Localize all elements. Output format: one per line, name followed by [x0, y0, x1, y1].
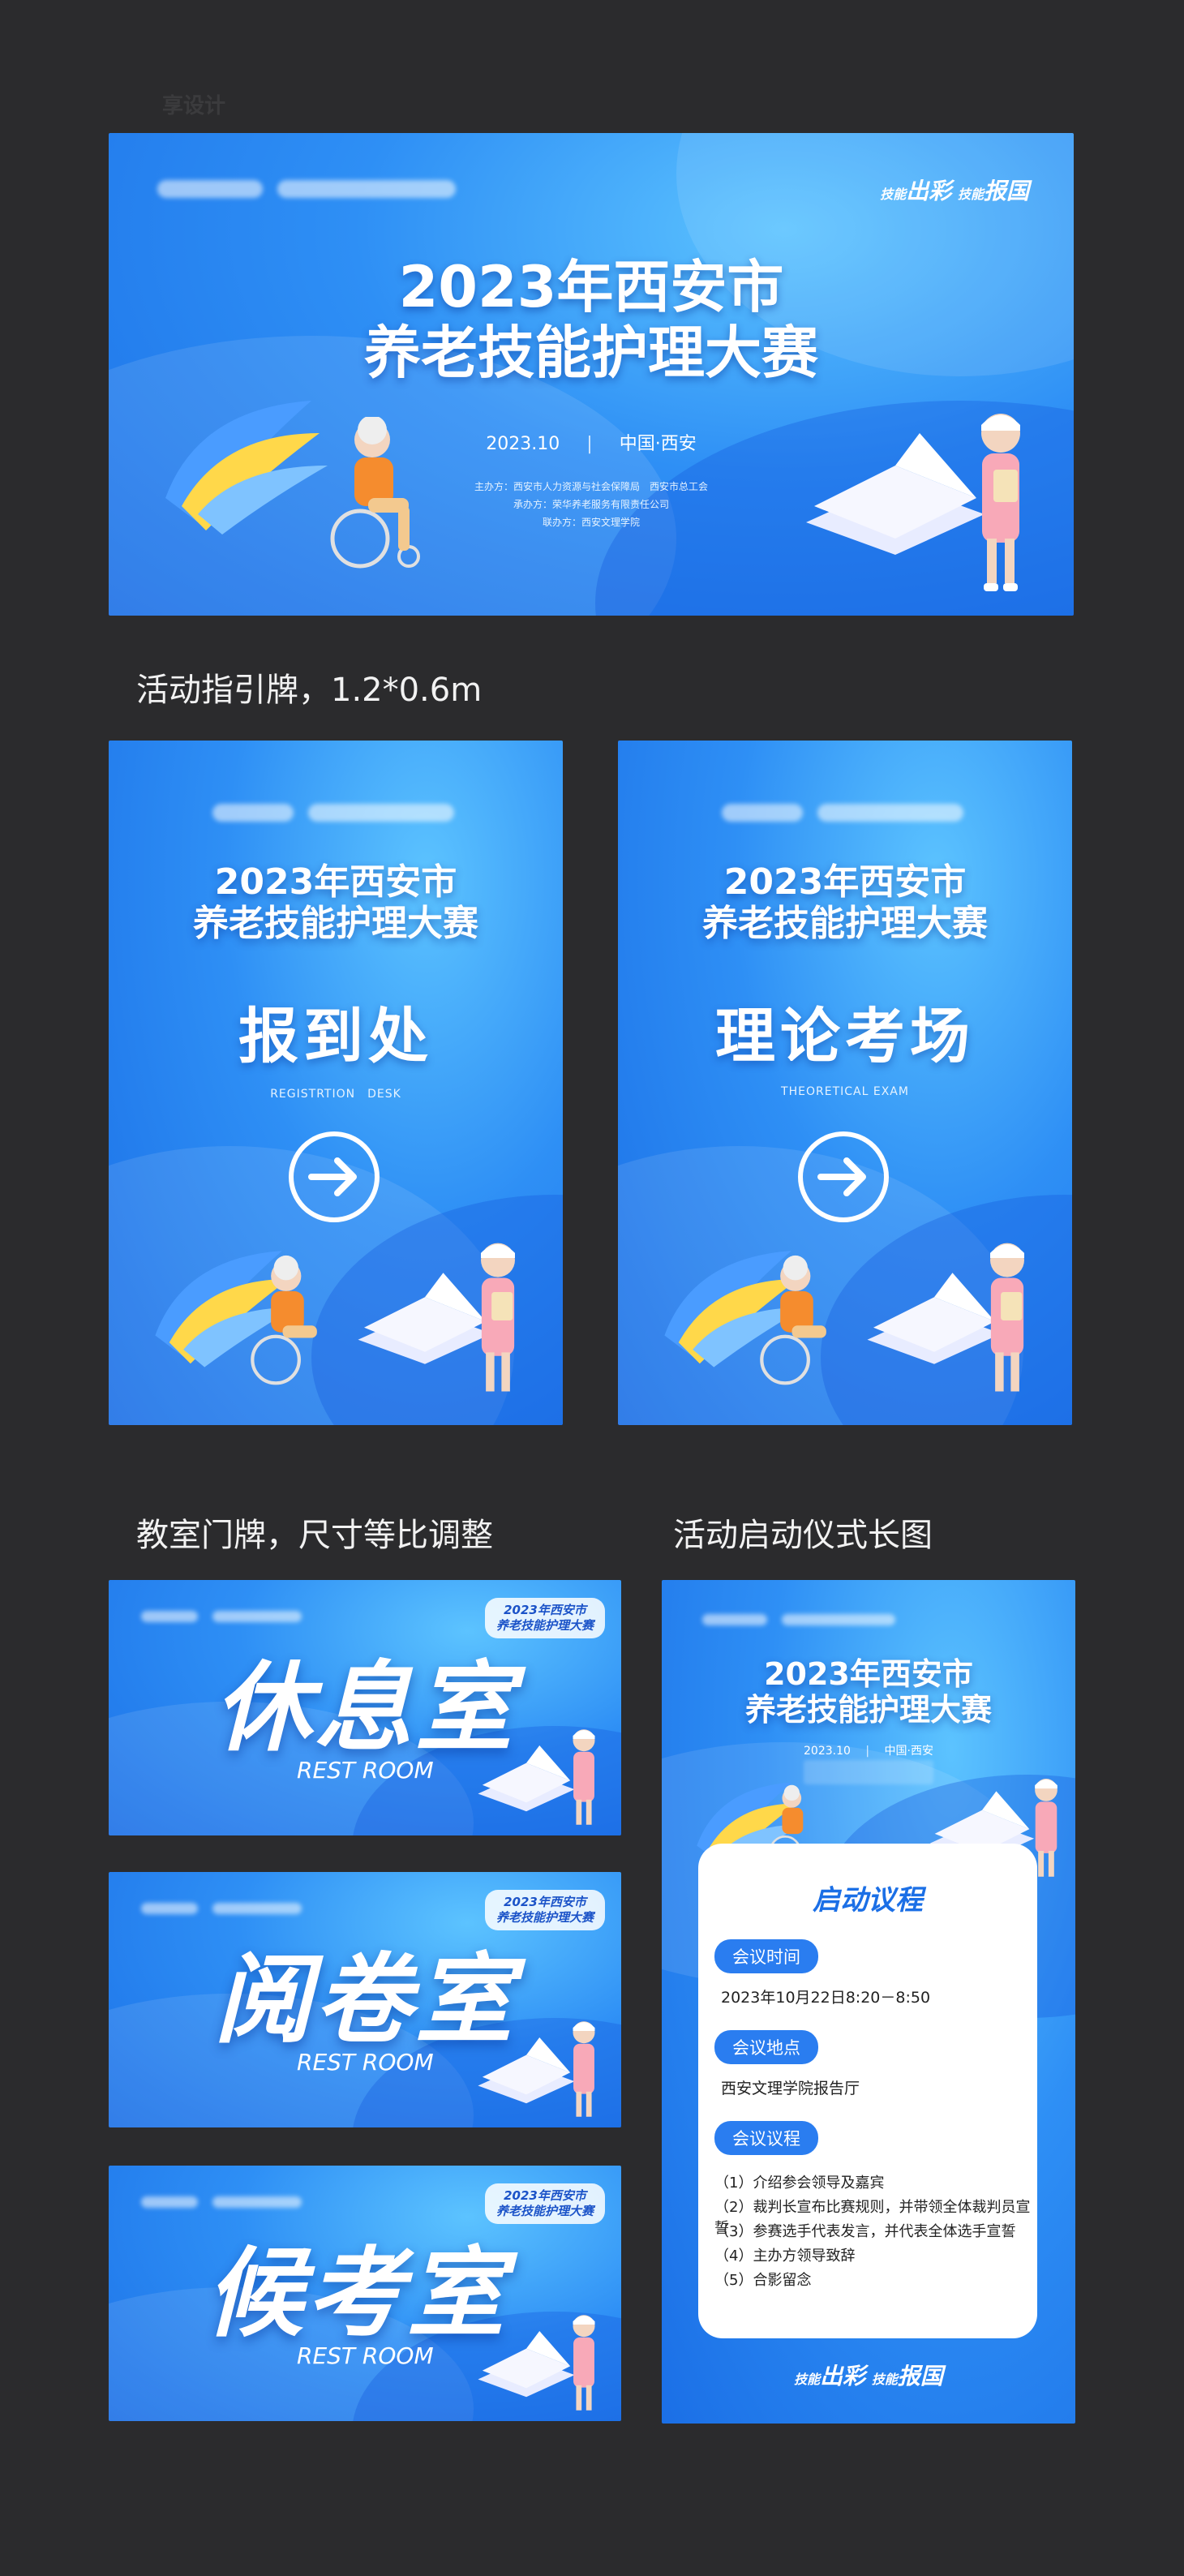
place-value: 西安文理学院报告厅 — [721, 2080, 860, 2097]
watermark-text: 享设计 — [162, 94, 226, 118]
agenda-item: （5）合影留念 — [714, 2272, 812, 2289]
event-meta: 2023.10 | 中国·西安 — [804, 1745, 933, 1758]
nurse-illustration — [990, 1243, 1024, 1392]
caption-door-sign: 教室门牌，尺寸等比调整 — [136, 1517, 493, 1554]
event-title: 2023年西安市 养老技能护理大赛 — [702, 861, 988, 944]
place-label-pill: 会议地点 — [714, 2030, 818, 2064]
nurse-illustration — [573, 2021, 595, 2117]
event-title: 2023年西安市 养老技能护理大赛 — [364, 254, 818, 386]
agenda-label-pill: 会议议程 — [714, 2121, 818, 2155]
elderly-wheelchair-illustration — [251, 1255, 317, 1385]
sign-label-en: REGISTRTION DESK — [270, 1088, 401, 1101]
elderly-wheelchair-illustration — [760, 1255, 826, 1385]
nurse-illustration — [573, 2315, 595, 2411]
elderly-wheelchair-illustration — [330, 417, 420, 569]
sponsor-logos — [141, 1611, 302, 1622]
slogan: 技能出彩 技能报国 — [880, 178, 1029, 204]
room-name: 休息室 — [214, 1652, 516, 1765]
room-name: 阅卷室 — [214, 1944, 516, 2057]
event-title: 2023年西安市 养老技能护理大赛 — [744, 1656, 992, 1728]
agenda-card: 启动议程 会议时间 2023年10月22日8:20－8:50 会议地点 西安文理… — [698, 1844, 1037, 2338]
slogan: 技能出彩 技能报国 — [794, 2363, 943, 2389]
guide-sign-registration: 2023年西安市 养老技能护理大赛 报到处 REGISTRTION DESK — [109, 741, 563, 1425]
sponsor-logos — [722, 804, 963, 822]
room-name-en: REST ROOM — [297, 2049, 434, 2076]
nurse-illustration — [981, 414, 1020, 591]
sponsor-logos — [141, 1903, 302, 1914]
guide-sign-theory-exam: 2023年西安市 养老技能护理大赛 理论考场 THEORETICAL EXAM — [618, 741, 1072, 1425]
main-banner: 技能出彩 技能报国 2023年西安市 养老技能护理大赛 2023.10 | 中国… — [109, 133, 1074, 616]
time-label-pill: 会议时间 — [714, 1939, 818, 1973]
wing-illustration — [165, 401, 328, 535]
nurse-illustration — [573, 1729, 595, 1825]
agenda-item: （4）主办方领导致辞 — [714, 2248, 856, 2265]
sign-label: 理论考场 — [715, 1002, 975, 1071]
ceremony-long-image: 2023年西安市 养老技能护理大赛 2023.10 | 中国·西安 启动议程 会… — [662, 1580, 1075, 2424]
open-book-illustration — [806, 433, 985, 555]
room-name-en: REST ROOM — [297, 2342, 434, 2369]
door-sign-grading-room: 2023年西安市 养老技能护理大赛 阅卷室 REST ROOM — [109, 1872, 621, 2127]
door-sign-rest-room: 2023年西安市 养老技能护理大赛 休息室 REST ROOM — [109, 1580, 621, 1835]
arrow-right-icon — [289, 1131, 380, 1222]
sponsor-logos — [702, 1614, 895, 1625]
sponsor-logos — [212, 804, 454, 822]
sign-label: 报到处 — [238, 1002, 433, 1071]
caption-ceremony: 活动启动仪式长图 — [673, 1517, 933, 1554]
sign-label-en: THEORETICAL EXAM — [781, 1085, 909, 1098]
sponsor-logos — [141, 2196, 302, 2208]
sponsor-logos — [157, 180, 456, 198]
agenda-title: 启动议程 — [813, 1884, 923, 1917]
room-name: 候考室 — [206, 2238, 508, 2351]
arrow-right-icon — [798, 1131, 889, 1222]
nurse-illustration — [481, 1243, 515, 1392]
agenda-item: （3）参赛选手代表发言，并代表全体选手宣誓 — [714, 2223, 1016, 2240]
agenda-item: （1）介绍参会领导及嘉宾 — [714, 2175, 885, 2192]
room-name-en: REST ROOM — [297, 1757, 434, 1784]
event-title: 2023年西安市 养老技能护理大赛 — [193, 861, 478, 944]
door-sign-waiting-room: 2023年西安市 养老技能护理大赛 候考室 REST ROOM — [109, 2166, 621, 2421]
caption-guide-sign: 活动指引牌，1.2*0.6m — [136, 672, 483, 709]
time-value: 2023年10月22日8:20－8:50 — [721, 1989, 931, 2007]
